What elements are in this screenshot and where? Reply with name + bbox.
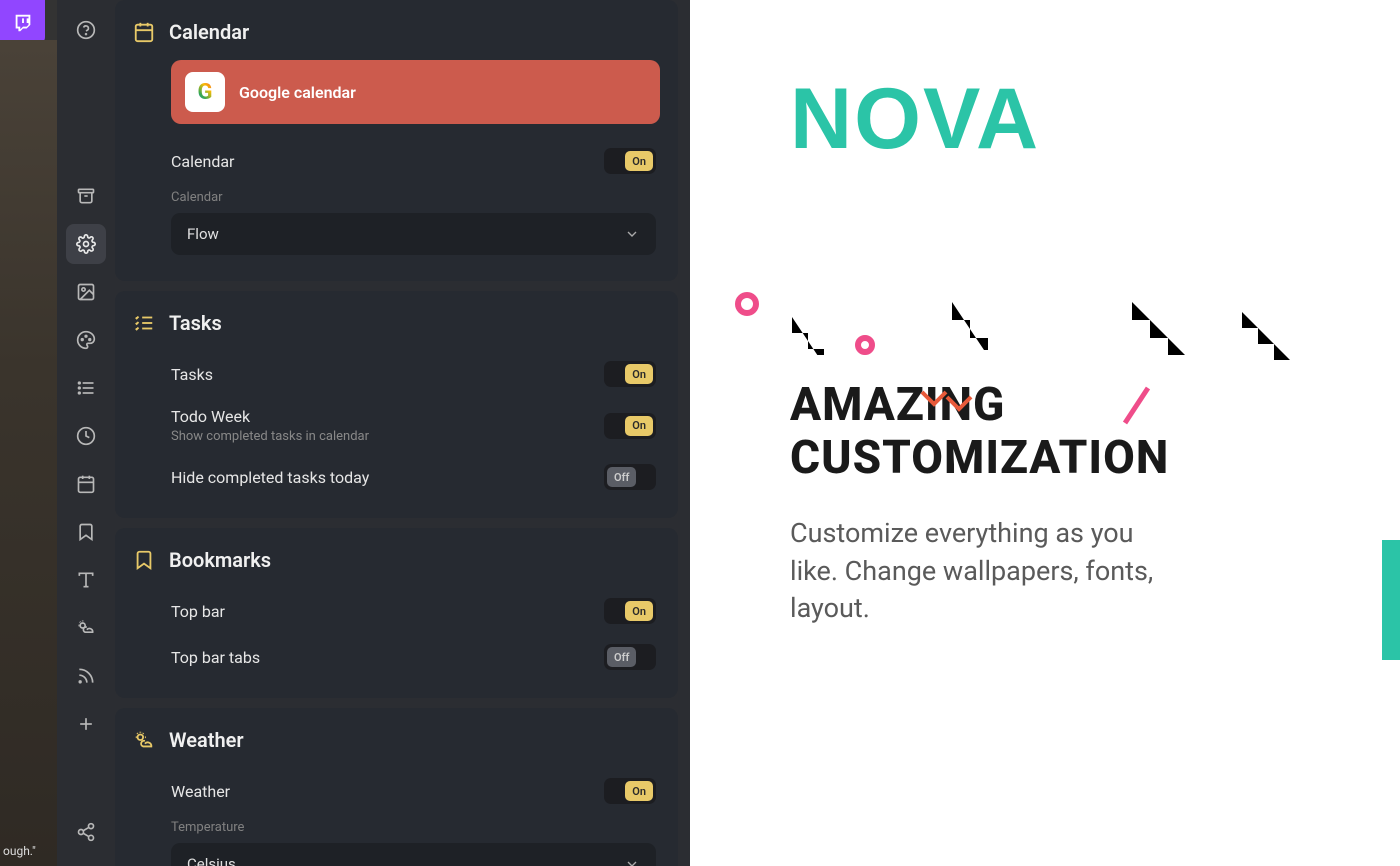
help-icon[interactable] — [66, 10, 106, 50]
deco-circle-icon — [855, 335, 875, 355]
section-bookmarks: Bookmarks Top bar On Top bar tabs Off — [115, 528, 678, 698]
chevron-down-icon — [624, 226, 640, 242]
section-weather: Weather Weather On Temperature Celsius — [115, 708, 678, 866]
section-title: Bookmarks — [169, 548, 271, 572]
temperature-select[interactable]: Celsius — [171, 843, 656, 866]
calendar-toggle[interactable]: On — [604, 148, 656, 174]
archive-icon[interactable] — [66, 176, 106, 216]
bookmark-icon[interactable] — [66, 512, 106, 552]
weather-toggle[interactable]: On — [604, 778, 656, 804]
plus-icon[interactable] — [66, 704, 106, 744]
deco-circle-icon — [735, 292, 759, 316]
tasks-toggle-row: Tasks On — [115, 351, 678, 397]
section-header-calendar: Calendar — [115, 14, 678, 60]
tasks-toggle[interactable]: On — [604, 361, 656, 387]
accent-bar — [1382, 540, 1400, 660]
section-header-tasks: Tasks — [115, 305, 678, 351]
topbar-toggle[interactable]: On — [604, 598, 656, 624]
todo-week-sublabel: Show completed tasks in calendar — [171, 429, 369, 444]
temperature-label: Temperature — [115, 814, 678, 839]
topbar-tabs-label: Top bar tabs — [171, 648, 260, 667]
share-icon[interactable] — [66, 812, 106, 852]
deco-zigzag-icon — [1240, 310, 1310, 360]
weather-toggle-row: Weather On — [115, 768, 678, 814]
deco-zigzag-icon — [790, 315, 850, 355]
palette-icon[interactable] — [66, 320, 106, 360]
topbar-label: Top bar — [171, 602, 225, 621]
tasks-label: Tasks — [171, 365, 213, 384]
weather-icon[interactable] — [66, 608, 106, 648]
twitch-icon[interactable] — [0, 0, 45, 45]
todo-week-row: Todo Week Show completed tasks in calend… — [115, 397, 678, 454]
todo-week-toggle[interactable]: On — [604, 413, 656, 439]
google-calendar-label: Google calendar — [239, 83, 356, 102]
calendar-select-label: Calendar — [115, 184, 678, 209]
background-strip: ough." — [0, 0, 57, 866]
section-title: Weather — [169, 728, 244, 752]
topbar-tabs-toggle[interactable]: Off — [604, 644, 656, 670]
calendar-select[interactable]: Flow — [171, 213, 656, 255]
deco-slash-icon — [1050, 280, 1100, 340]
calendar-toggle-row: Calendar On — [115, 138, 678, 184]
brand-logo: NOVA — [790, 70, 1350, 169]
hide-completed-toggle[interactable]: Off — [604, 464, 656, 490]
image-icon[interactable] — [66, 272, 106, 312]
marketing-headline: AMAZING CUSTOMIZATION — [790, 379, 1350, 485]
list-icon[interactable] — [66, 368, 106, 408]
hide-completed-row: Hide completed tasks today Off — [115, 454, 678, 500]
google-calendar-card[interactable]: G Google calendar — [171, 60, 660, 124]
topbar-row: Top bar On — [115, 588, 678, 634]
topbar-tabs-row: Top bar tabs Off — [115, 634, 678, 680]
calendar-icon[interactable] — [66, 464, 106, 504]
temperature-value: Celsius — [187, 855, 236, 866]
chevron-down-icon — [624, 856, 640, 866]
section-title: Calendar — [169, 20, 249, 44]
clock-icon[interactable] — [66, 416, 106, 456]
deco-angle-icon — [945, 395, 975, 420]
weather-label: Weather — [171, 782, 230, 801]
google-logo-icon: G — [185, 72, 225, 112]
background-caption: ough." — [3, 844, 36, 858]
todo-week-label: Todo Week — [171, 407, 369, 426]
rss-icon[interactable] — [66, 656, 106, 696]
calendar-select-value: Flow — [187, 225, 219, 243]
sidebar-nav — [57, 0, 115, 866]
section-calendar: Calendar G Google calendar Calendar On C… — [115, 0, 678, 281]
calendar-toggle-label: Calendar — [171, 152, 234, 171]
section-header-bookmarks: Bookmarks — [115, 542, 678, 588]
hide-completed-label: Hide completed tasks today — [171, 468, 369, 487]
gear-icon[interactable] — [66, 224, 106, 264]
section-header-weather: Weather — [115, 722, 678, 768]
deco-zigzag-icon — [1130, 300, 1210, 355]
deco-zigzag-icon — [950, 300, 1020, 350]
section-title: Tasks — [169, 311, 222, 335]
marketing-body: Customize everything as you like. Change… — [790, 515, 1170, 628]
settings-panel: Calendar G Google calendar Calendar On C… — [115, 0, 690, 866]
deco-slash-icon — [1120, 385, 1155, 430]
marketing-panel: NOVA AMAZING CUSTOMIZATION Customize eve… — [690, 0, 1400, 866]
section-tasks: Tasks Tasks On Todo Week Show completed … — [115, 291, 678, 518]
type-icon[interactable] — [66, 560, 106, 600]
